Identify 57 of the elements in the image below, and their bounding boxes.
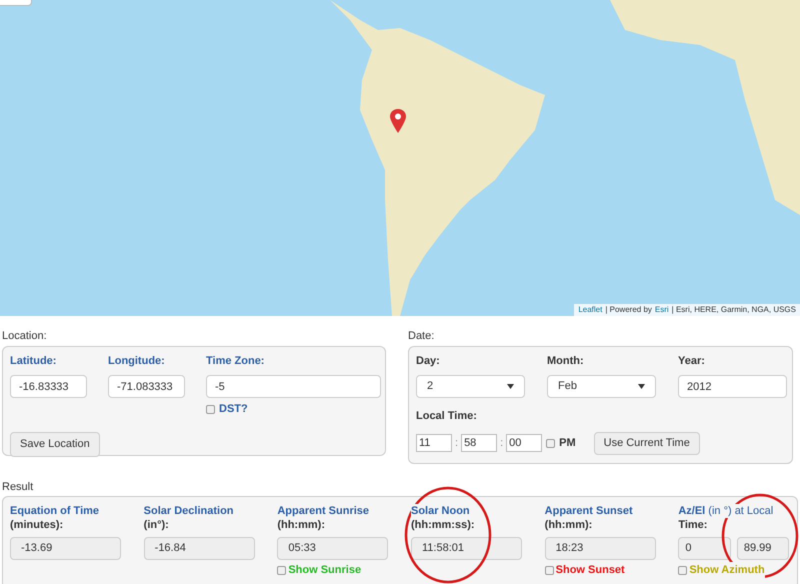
map[interactable]: Leaflet | Powered by Esri | Esri, HERE, Garmin, NGA, USGS	[0, 0, 800, 316]
result-unit: (hh:mm:ss):	[410, 518, 476, 532]
time-field[interactable]: 58	[461, 434, 498, 452]
time-field[interactable]: 11	[416, 434, 452, 452]
field-label: Day:	[416, 354, 441, 368]
text-field[interactable]: -16.83333	[10, 375, 87, 398]
output-field: 18:23	[544, 537, 656, 560]
section-label: Location:	[2, 329, 48, 344]
result-title: Apparent Sunset	[544, 504, 633, 518]
caret-icon	[638, 384, 645, 389]
field-label: Year:	[678, 354, 706, 368]
result-title: Apparent Sunrise	[277, 504, 370, 518]
attribution-text: | Esri, HERE, Garmin, NGA, USGS	[672, 304, 796, 316]
attribution-text: | Powered by	[605, 304, 652, 316]
result-unit: (hh:mm):	[544, 518, 594, 532]
output-field: -16.84	[144, 537, 255, 560]
text-field[interactable]: -71.083333	[108, 375, 185, 398]
text-field[interactable]: -5	[206, 375, 381, 398]
section-label: Date:	[408, 329, 436, 344]
checkbox[interactable]	[678, 566, 688, 575]
result-unit: (hh:mm):	[277, 518, 326, 532]
field-label: Time Zone:	[206, 354, 266, 368]
output-field: 11:58:01	[410, 537, 522, 560]
dropdown[interactable]: Feb	[547, 375, 656, 398]
checkbox[interactable]	[206, 404, 215, 414]
attribution-link[interactable]: Leaflet	[578, 304, 602, 316]
field-label: Month:	[547, 354, 585, 368]
attribution-link[interactable]: Esri	[654, 304, 669, 316]
result-unit: (minutes):	[10, 518, 64, 532]
checkbox[interactable]	[546, 438, 556, 448]
save-location-button[interactable]: Save Location	[10, 432, 100, 456]
time-field[interactable]: 00	[506, 434, 542, 452]
result-unit: (in°):	[144, 518, 170, 532]
checkbox-label: DST?	[219, 402, 248, 417]
checkbox[interactable]	[277, 566, 286, 575]
caret-icon	[507, 384, 514, 389]
field-label: Local Time:	[416, 409, 478, 424]
result-title: Equation of Time	[10, 504, 100, 518]
text-field[interactable]: 2012	[678, 375, 787, 398]
result-title: Az/El (in °) at Local	[678, 504, 774, 518]
section-label: Result	[2, 480, 34, 494]
time-separator: :	[499, 436, 504, 451]
output-field: -13.69	[10, 537, 121, 560]
result-title: Solar Noon	[410, 504, 470, 518]
output-field: 0	[678, 537, 731, 560]
field-label: Longitude:	[108, 354, 166, 368]
result-unit: Time:	[678, 518, 708, 532]
checkbox-label: Show Azimuth	[689, 562, 765, 578]
dropdown[interactable]: 2	[416, 375, 525, 398]
time-separator: :	[454, 436, 460, 451]
output-field: 89.99	[736, 537, 790, 560]
checkbox-label: PM	[559, 436, 576, 451]
field-label: Latitude:	[10, 354, 58, 368]
use-current-time-button[interactable]: Use Current Time	[594, 432, 700, 454]
map-marker-icon[interactable]	[390, 109, 406, 133]
output-field: 05:33	[277, 537, 388, 560]
checkbox[interactable]	[544, 566, 554, 575]
